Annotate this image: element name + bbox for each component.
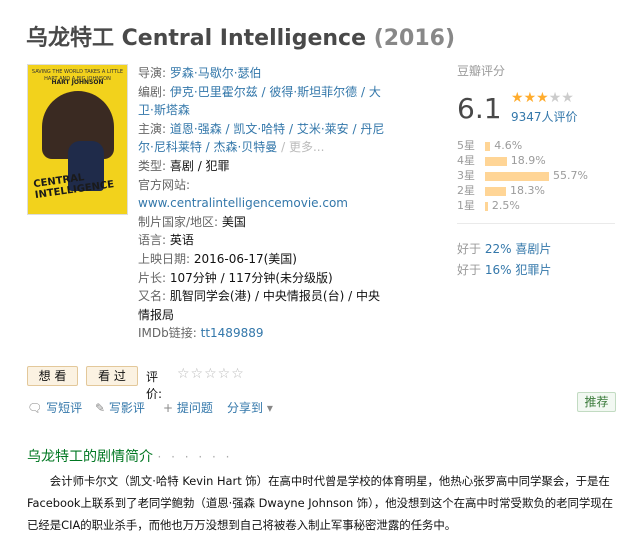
rating-row-label: 3星 xyxy=(457,169,475,182)
rating-percent: 4.6% xyxy=(494,139,523,152)
rate-stars-input[interactable]: ☆☆☆☆☆ xyxy=(177,366,245,382)
rating-percent: 18.3% xyxy=(510,184,545,197)
cast-more-link[interactable]: / 更多... xyxy=(277,140,324,154)
rating-bar xyxy=(485,157,507,166)
rating-bar xyxy=(485,187,507,196)
rating-bar xyxy=(485,172,549,181)
summary-dots: · · · · · · xyxy=(157,450,233,464)
summary-heading: 乌龙特工的剧情简介 · · · · · · xyxy=(27,449,233,465)
info-release: 上映日期: 2016-06-17(美国) xyxy=(138,251,297,266)
better-than: 好于 22% 喜剧片 好于 16% 犯罪片 xyxy=(457,239,551,281)
rating-row-label: 4星 xyxy=(457,154,475,167)
info-aka: 又名: 肌智同学会(港) / 中央情报员(台) / 中央情报局 xyxy=(138,289,380,322)
rating-distribution-row: 2星 18.3% xyxy=(457,183,617,198)
rating-bar xyxy=(485,202,488,211)
speech-bubble-icon: 🗨︎ xyxy=(27,401,43,415)
rating-distribution-row: 1星 2.5% xyxy=(457,198,617,213)
better-than-prefix: 好于 xyxy=(457,263,485,277)
write-short-review-link[interactable]: 🗨︎ 写短评 xyxy=(27,399,82,416)
rating-distribution-row: 5星 4.6% xyxy=(457,138,617,153)
info-site: 官方网站: www.centralintelligencemovie.com xyxy=(138,177,348,211)
better-than-row: 好于 22% 喜剧片 xyxy=(457,239,551,260)
rating-row-label: 1星 xyxy=(457,199,475,212)
better-than-row: 好于 16% 犯罪片 xyxy=(457,260,551,281)
plus-icon: + xyxy=(163,401,174,415)
rate-label: 评价: xyxy=(146,370,163,401)
rating-percent: 18.9% xyxy=(510,154,546,167)
rating-percent: 2.5% xyxy=(491,199,520,212)
cast-link[interactable]: 道恩·强森 / 凯文·哈特 / 艾米·莱安 / 丹尼尔·尼科莱特 / 杰森·贝特… xyxy=(138,122,384,155)
rating-star-icon: ★ xyxy=(548,90,562,106)
rating-panel: 豆瓣评分 6.1 ★★★★★ 9347人评价 5星 4.6% 4星 18.9% 3星 55… xyxy=(457,64,617,277)
summary-text: 会计师卡尔文（凯文·哈特 Kevin Hart 饰）在高中时代曾是学校的体育明星… xyxy=(27,474,614,532)
info-runtime: 片长: 107分钟 / 117分钟(未分级版) xyxy=(138,270,333,285)
rating-row-label: 2星 xyxy=(457,184,475,197)
movie-title-text: 乌龙特工 Central Intelligence xyxy=(26,26,367,51)
rating-divider xyxy=(457,223,615,224)
rating-distribution: 5星 4.6% 4星 18.9% 3星 55.7% 2星 18.3% 1星 2.5% xyxy=(457,138,617,213)
rating-row-label: 5星 xyxy=(457,139,475,152)
info-director: 导演: 罗森·马歇尔·瑟伯 xyxy=(138,66,262,80)
rating-star-icon: ★ xyxy=(536,90,549,106)
rating-distribution-row: 3星 55.7% xyxy=(457,168,617,183)
recommend-button[interactable]: 推荐 xyxy=(577,392,616,412)
pencil-icon: ✎ xyxy=(95,401,106,415)
info-imdb: IMDb链接: tt1489889 xyxy=(138,326,264,341)
official-site-link[interactable]: www.centralintelligencemovie.com xyxy=(138,196,348,210)
better-than-link[interactable]: 16% 犯罪片 xyxy=(485,263,552,277)
better-than-prefix: 好于 xyxy=(457,242,485,256)
director-link[interactable]: 罗森·马歇尔·瑟伯 xyxy=(170,66,262,80)
movie-year: (2016) xyxy=(373,26,456,51)
better-than-link[interactable]: 22% 喜剧片 xyxy=(485,242,552,256)
write-review-link[interactable]: ✎ 写影评 xyxy=(95,399,145,416)
movie-poster[interactable]: SAVING THE WORLD TAKES A LITTLE HART AND… xyxy=(27,64,128,215)
movie-title: 乌龙特工 Central Intelligence (2016) xyxy=(26,20,455,52)
rating-percent: 55.7% xyxy=(553,169,588,182)
want-to-watch-button[interactable]: 想 看 xyxy=(27,366,78,386)
ask-question-link[interactable]: + 提问题 xyxy=(163,399,213,416)
poster-names: HART JOHNSON xyxy=(51,79,104,86)
imdb-link[interactable]: tt1489889 xyxy=(201,326,264,340)
info-writer: 编剧: 伊克·巴里霍尔兹 / 彼得·斯坦菲尔德 / 大卫·斯塔森 xyxy=(138,84,381,118)
rating-title: 豆瓣评分 xyxy=(457,64,506,78)
info-genre: 类型: 喜剧 / 犯罪 xyxy=(138,158,230,173)
info-cast: 主演: 道恩·强森 / 凯文·哈特 / 艾米·莱安 / 丹尼尔·尼科莱特 / 杰… xyxy=(138,121,385,155)
info-country: 制片国家/地区: 美国 xyxy=(138,214,246,229)
info-language: 语言: 英语 xyxy=(138,233,194,248)
dropdown-caret-icon: ▾ xyxy=(266,401,273,415)
rating-distribution-row: 4星 18.9% xyxy=(457,153,617,168)
rating-votes-link[interactable]: 9347人评价 xyxy=(511,108,578,125)
rating-score: 6.1 xyxy=(457,92,502,125)
rating-star-icon: ★ xyxy=(523,90,537,106)
movie-info: 导演: 罗森·马歇尔·瑟伯 编剧: 伊克·巴里霍尔兹 / 彼得·斯坦菲尔德 / … xyxy=(138,64,388,343)
share-dropdown[interactable]: 分享到 ▾ xyxy=(227,399,273,416)
writer-link[interactable]: 伊克·巴里霍尔兹 / 彼得·斯坦菲尔德 / 大卫·斯塔森 xyxy=(138,85,381,118)
watched-button[interactable]: 看 过 xyxy=(86,366,138,386)
rating-stars: ★★★★★ xyxy=(511,90,574,106)
rating-star-icon: ★ xyxy=(561,90,574,106)
rating-star-icon: ★ xyxy=(511,90,524,106)
rating-bar xyxy=(485,142,491,151)
poster-title: CENTRAL INTELLIGENCE xyxy=(32,172,115,202)
